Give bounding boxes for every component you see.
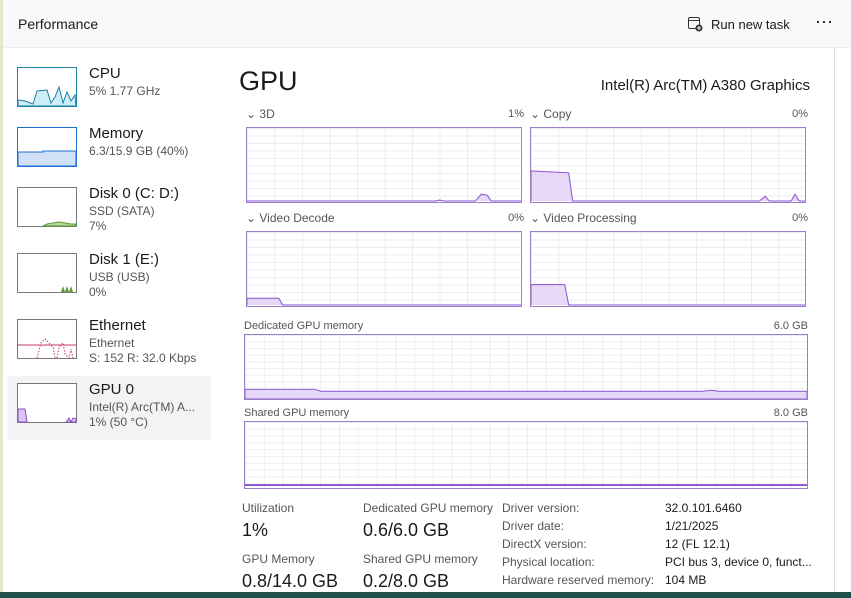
disk0-type: SSD (SATA) [89, 204, 155, 218]
driver-version-value: 32.0.101.6460 [665, 501, 742, 515]
sidebar-item-disk-0[interactable]: Disk 0 (C: D:) SSD (SATA) 7% [7, 180, 211, 244]
run-new-task-button[interactable]: Run new task [687, 12, 790, 36]
ethernet-mini-graph [17, 319, 77, 359]
gpu-usage-temp: 1% (50 °C) [89, 415, 148, 429]
physical-location-value: PCI bus 3, device 0, funct... [665, 555, 812, 569]
cpu-mini-graph [17, 67, 77, 107]
engine-video-processing-graph [530, 231, 806, 307]
sidebar-item-cpu[interactable]: CPU 5% 1.77 GHz [7, 60, 211, 124]
utilization-value: 1% [242, 520, 269, 540]
title-bar: Performance Run new task ⋯ [3, 0, 851, 48]
engine-copy-graph [530, 127, 806, 203]
sidebar-item-gpu-0[interactable]: GPU 0 Intel(R) Arc(TM) A... 1% (50 °C) [7, 376, 211, 440]
utilization-label: Utilization [242, 501, 295, 515]
engine-3d-label: 3D [259, 107, 275, 121]
sidebar-item-memory[interactable]: Memory 6.3/15.9 GB (40%) [7, 120, 211, 184]
disk1-usage: 0% [89, 285, 107, 299]
ethernet-adapter: Ethernet [89, 336, 135, 350]
gpu-memory-label: GPU Memory [242, 552, 315, 566]
page-title: Performance [18, 16, 99, 32]
sidebar-item-ethernet[interactable]: Ethernet Ethernet S: 152 R: 32.0 Kbps [7, 312, 211, 376]
driver-version-label: Driver version: [502, 501, 580, 515]
engine-video-processing-selector[interactable]: ⌄ Video Processing [530, 211, 637, 225]
gpu-mini-graph [17, 383, 77, 423]
shared-memory-graph-label: Shared GPU memory [244, 407, 350, 419]
engine-3d-selector[interactable]: ⌄ 3D [246, 107, 275, 121]
engine-video-decode-graph [246, 231, 522, 307]
dedicated-memory-label: Dedicated GPU memory [363, 501, 494, 515]
shared-memory-label: Shared GPU memory [363, 552, 478, 566]
engine-copy-value: 0% [792, 108, 808, 120]
memory-title: Memory [89, 125, 144, 142]
directx-version-label: DirectX version: [502, 537, 587, 551]
engine-video-decode-value: 0% [508, 212, 524, 224]
gpu-device-name: Intel(R) Arc(TM) A380 Graphics [600, 77, 810, 94]
ethernet-throughput: S: 152 R: 32.0 Kbps [89, 351, 197, 365]
shared-memory-graph-max: 8.0 GB [773, 407, 808, 419]
disk0-usage: 7% [89, 219, 107, 233]
cpu-title: CPU [89, 65, 121, 82]
engine-video-processing-value: 0% [792, 212, 808, 224]
shared-memory-value: 0.2/8.0 GB [363, 571, 450, 591]
directx-version-value: 12 (FL 12.1) [665, 537, 730, 551]
cpu-detail: 5% 1.77 GHz [89, 84, 161, 98]
engine-video-decode-selector[interactable]: ⌄ Video Decode [246, 211, 335, 225]
physical-location-label: Physical location: [502, 555, 595, 569]
disk1-mini-graph [17, 253, 77, 293]
more-options-button[interactable]: ⋯ [815, 12, 834, 33]
hardware-reserved-memory-value: 104 MB [665, 573, 707, 587]
sidebar-item-disk-1[interactable]: Disk 1 (E:) USB (USB) 0% [7, 246, 211, 310]
engine-copy-selector[interactable]: ⌄ Copy [530, 107, 571, 121]
engine-3d-graph [246, 127, 522, 203]
dedicated-memory-graph-max: 6.0 GB [773, 320, 808, 332]
driver-date-value: 1/21/2025 [665, 519, 719, 533]
ethernet-title: Ethernet [89, 317, 146, 334]
engine-copy-label: Copy [543, 107, 572, 121]
driver-date-label: Driver date: [502, 519, 565, 533]
gpu-title: GPU 0 [89, 381, 135, 398]
disk0-title: Disk 0 (C: D:) [89, 185, 179, 202]
disk0-mini-graph [17, 187, 77, 227]
engine-3d-value: 1% [508, 108, 524, 120]
dedicated-memory-value: 0.6/6.0 GB [363, 520, 450, 540]
disk1-title: Disk 1 (E:) [89, 251, 160, 268]
memory-mini-graph [17, 127, 77, 167]
dedicated-memory-graph-label: Dedicated GPU memory [244, 320, 364, 332]
gpu-model: Intel(R) Arc(TM) A... [89, 400, 196, 414]
engine-video-decode-label: Video Decode [259, 211, 335, 225]
gpu-memory-value: 0.8/14.0 GB [242, 571, 339, 591]
engine-video-processing-label: Video Processing [543, 211, 637, 225]
memory-detail: 6.3/15.9 GB (40%) [89, 144, 189, 158]
sidebar: CPU 5% 1.77 GHz Memory 6.3/15.9 GB (40%)… [3, 48, 219, 592]
shared-memory-graph [244, 421, 808, 489]
hardware-reserved-memory-label: Hardware reserved memory: [502, 573, 655, 587]
task-manager-window: Performance Run new task ⋯ CPU 5% 1.77 G… [0, 0, 851, 592]
run-new-task-label: Run new task [711, 16, 790, 32]
gpu-heading: GPU [239, 66, 298, 96]
run-task-icon [688, 17, 703, 32]
disk1-type: USB (USB) [89, 270, 150, 284]
gpu-details-panel: GPU Intel(R) Arc(TM) A380 Graphics ⌄ 3D … [219, 48, 835, 592]
dedicated-memory-graph [244, 334, 808, 400]
